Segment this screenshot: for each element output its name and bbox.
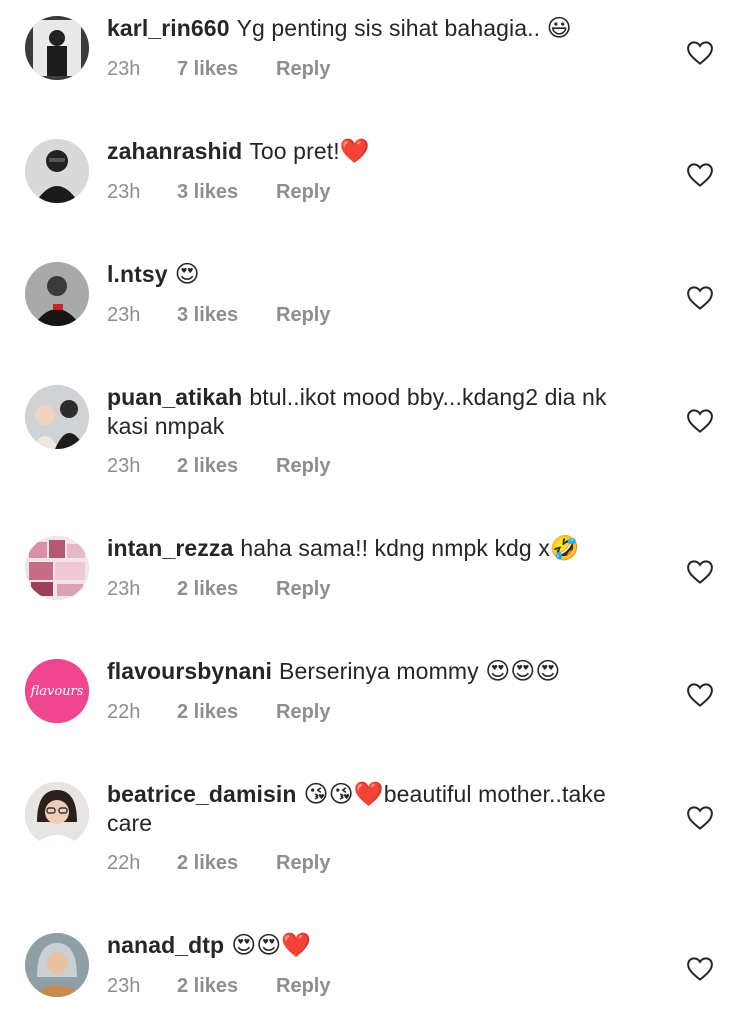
comment-text: puan_atikah btul..ikot mood bby...kdang2 … — [107, 383, 647, 441]
likes-count[interactable]: 2 likes — [177, 455, 276, 478]
username[interactable]: karl_rin660 — [107, 15, 230, 41]
comment-text: l.ntsy 😍 — [107, 260, 647, 289]
timestamp: 23h — [107, 181, 141, 203]
username[interactable]: intan_rezza — [107, 535, 233, 561]
username[interactable]: flavoursbynani — [107, 658, 272, 684]
comment-text: karl_rin660 Yg penting sis sihat bahagia.… — [107, 14, 647, 43]
likes-count[interactable]: 3 likes — [177, 304, 276, 327]
comment-body: Too pret! — [249, 138, 340, 164]
comment-text: nanad_dtp 😍😍❤️ — [107, 931, 647, 960]
comment-meta: 23h 2 likes Reply — [107, 578, 330, 601]
heart-eyes-emoji: 😍😍❤️ — [231, 931, 312, 959]
reply-button[interactable]: Reply — [276, 852, 330, 875]
comment-meta: 22h 2 likes Reply — [107, 701, 330, 724]
heart-icon[interactable] — [685, 680, 715, 710]
avatar[interactable] — [25, 139, 89, 203]
comment-body: Yg penting sis sihat bahagia.. — [236, 15, 547, 41]
avatar[interactable] — [25, 16, 89, 80]
reply-button[interactable]: Reply — [276, 455, 330, 478]
likes-count[interactable]: 2 likes — [177, 578, 276, 601]
heart-icon[interactable] — [685, 283, 715, 313]
username[interactable]: beatrice_damisin — [107, 781, 297, 807]
avatar-logo-text: flavours — [30, 684, 84, 699]
username[interactable]: puan_atikah — [107, 384, 242, 410]
likes-count[interactable]: 7 likes — [177, 58, 276, 81]
reply-button[interactable]: Reply — [276, 578, 330, 601]
avatar[interactable]: flavours — [25, 659, 89, 723]
reply-button[interactable]: Reply — [276, 58, 330, 81]
username[interactable]: zahanrashid — [107, 138, 242, 164]
rofl-emoji: 🤣 — [549, 534, 580, 562]
heart-emoji: ❤️ — [339, 137, 370, 165]
avatar[interactable] — [25, 782, 89, 846]
comment-body: haha sama!! kdng nmpk kdg x — [240, 535, 550, 561]
reply-button[interactable]: Reply — [276, 304, 330, 327]
comment-meta: 23h 2 likes Reply — [107, 455, 330, 478]
heart-icon[interactable] — [685, 954, 715, 984]
timestamp: 23h — [107, 304, 141, 326]
heart-eyes-emoji: 😍😍😍 — [485, 657, 561, 685]
timestamp: 23h — [107, 455, 141, 477]
comment-text: flavoursbynani Berserinya mommy 😍😍😍 — [107, 657, 647, 686]
comment-text: zahanrashid Too pret!❤️ — [107, 137, 647, 166]
heart-icon[interactable] — [685, 38, 715, 68]
reply-button[interactable]: Reply — [276, 701, 330, 724]
smiley-emoji: 😃 — [546, 14, 572, 42]
timestamp: 22h — [107, 701, 141, 723]
timestamp: 23h — [107, 975, 141, 997]
heart-icon[interactable] — [685, 160, 715, 190]
comment-text: intan_rezza haha sama!! kdng nmpk kdg x🤣 — [107, 534, 647, 563]
comment-meta: 23h 2 likes Reply — [107, 975, 330, 998]
comment-meta: 22h 2 likes Reply — [107, 852, 330, 875]
username[interactable]: nanad_dtp — [107, 932, 224, 958]
avatar[interactable] — [25, 262, 89, 326]
avatar[interactable] — [25, 385, 89, 449]
avatar[interactable] — [25, 933, 89, 997]
likes-count[interactable]: 2 likes — [177, 975, 276, 998]
comment-body: Berserinya mommy — [279, 658, 486, 684]
likes-count[interactable]: 3 likes — [177, 181, 276, 204]
reply-button[interactable]: Reply — [276, 975, 330, 998]
kiss-emoji: 😘😘❤️ — [303, 780, 384, 808]
username[interactable]: l.ntsy — [107, 261, 168, 287]
timestamp: 23h — [107, 578, 141, 600]
comment-meta: 23h 7 likes Reply — [107, 58, 330, 81]
comment-meta: 23h 3 likes Reply — [107, 304, 330, 327]
avatar[interactable] — [25, 536, 89, 600]
heart-icon[interactable] — [685, 406, 715, 436]
heart-eyes-emoji: 😍 — [174, 260, 200, 288]
reply-button[interactable]: Reply — [276, 181, 330, 204]
likes-count[interactable]: 2 likes — [177, 852, 276, 875]
comment-text: beatrice_damisin 😘😘❤️beautiful mother..ta… — [107, 780, 647, 838]
heart-icon[interactable] — [685, 557, 715, 587]
comment-meta: 23h 3 likes Reply — [107, 181, 330, 204]
timestamp: 23h — [107, 58, 141, 80]
heart-icon[interactable] — [685, 803, 715, 833]
likes-count[interactable]: 2 likes — [177, 701, 276, 724]
timestamp: 22h — [107, 852, 141, 874]
